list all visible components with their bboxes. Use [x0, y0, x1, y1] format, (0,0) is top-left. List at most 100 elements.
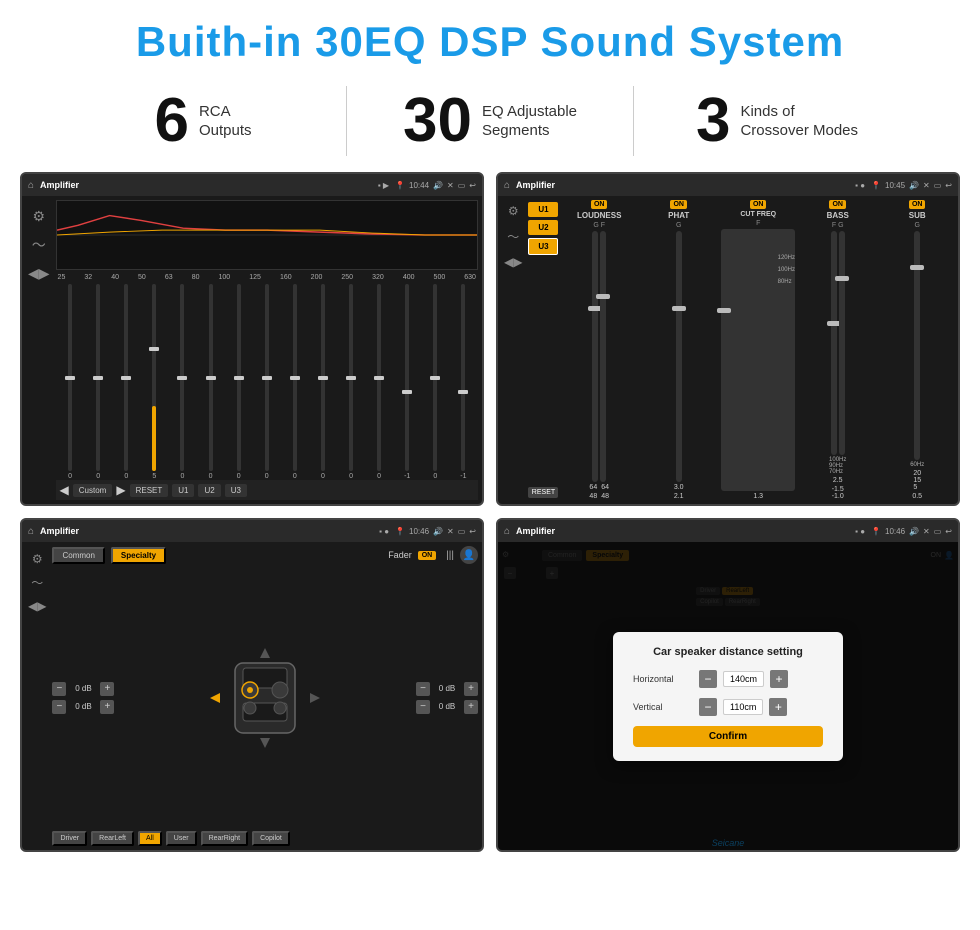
eq-sliders: 0 0 0 5 0 [56, 284, 478, 480]
db-plus-tr[interactable]: + [464, 682, 478, 696]
eq-slider-5[interactable]: 0 [198, 284, 223, 480]
back-icon-2: ↩ [945, 181, 952, 190]
screen-eq-status: 📍 10:44 🔊 ✕ ▭ ↩ [395, 181, 476, 190]
vertical-plus-button[interactable]: + [769, 698, 787, 716]
home-icon-3[interactable]: ⌂ [28, 526, 34, 537]
eq-slider-8[interactable]: 0 [282, 284, 307, 480]
eq-slider-14[interactable]: -1 [451, 284, 476, 480]
u3-button[interactable]: U3 [225, 484, 247, 497]
loudness-slider-2[interactable] [600, 231, 606, 482]
settings-icon-3[interactable]: ⚙ [32, 552, 43, 566]
media-icon-4: ▪ ● [855, 527, 865, 536]
eq-slider-13[interactable]: 0 [423, 284, 448, 480]
db-plus-bl[interactable]: + [100, 700, 114, 714]
vertical-minus-button[interactable]: − [699, 698, 717, 716]
fader-right-side: − 0 dB + − 0 dB + [416, 568, 478, 827]
home-icon-4[interactable]: ⌂ [504, 526, 510, 537]
u1-button[interactable]: U1 [172, 484, 194, 497]
db-minus-br[interactable]: − [416, 700, 430, 714]
db-minus-tr[interactable]: − [416, 682, 430, 696]
screen-amp: ⌂ Amplifier ▪ ● 📍 10:45 🔊 ✕ ▭ ↩ ⚙ 〜 ◀▶ U… [496, 172, 960, 506]
phat-on-badge[interactable]: ON [670, 200, 687, 209]
db-minus-tl[interactable]: − [52, 682, 66, 696]
home-icon-2[interactable]: ⌂ [504, 180, 510, 191]
fader-profile-icon[interactable]: 👤 [460, 546, 478, 564]
cutfreq-on-badge[interactable]: ON [750, 200, 767, 209]
close-icon: ✕ [447, 181, 454, 190]
db-minus-bl[interactable]: − [52, 700, 66, 714]
u1-selector[interactable]: U1 [528, 202, 558, 217]
eq-slider-11[interactable]: 0 [367, 284, 392, 480]
eq-slider-0[interactable]: 0 [58, 284, 83, 480]
db-value-br: 0 dB [433, 702, 461, 711]
rearleft-button[interactable]: RearLeft [91, 831, 134, 846]
eq-slider-12[interactable]: -1 [395, 284, 420, 480]
eq-slider-9[interactable]: 0 [310, 284, 335, 480]
media-icon: ▪ ▶ [378, 181, 389, 190]
back-icon-4: ↩ [945, 527, 952, 536]
eq-main: 25 32 40 50 63 80 100 125 160 200 250 32… [56, 200, 478, 500]
speaker-icon-4: 🔊 [433, 527, 443, 536]
next-icon[interactable]: ▶ [116, 483, 125, 497]
eq-slider-10[interactable]: 0 [338, 284, 363, 480]
eq-graph [56, 200, 478, 270]
horizontal-plus-button[interactable]: + [770, 670, 788, 688]
tab-common[interactable]: Common [52, 547, 104, 564]
loudness-slider-1[interactable] [592, 231, 598, 482]
speaker-icon-6: 🔊 [909, 527, 919, 536]
copilot-button[interactable]: Copilot [252, 831, 290, 846]
wave-icon-2[interactable]: 〜 [507, 228, 519, 245]
horizontal-minus-button[interactable]: − [699, 670, 717, 688]
settings-icon[interactable]: ⚙ [32, 208, 45, 225]
db-plus-br[interactable]: + [464, 700, 478, 714]
fader-car-center [120, 568, 410, 827]
bass-label: BASS [827, 211, 849, 220]
bass-slider-1[interactable] [831, 231, 837, 455]
loudness-on-badge[interactable]: ON [591, 200, 608, 209]
tab-specialty[interactable]: Specialty [111, 547, 166, 564]
fader-on-badge[interactable]: ON [418, 551, 437, 560]
reset-button[interactable]: RESET [130, 484, 169, 497]
all-button[interactable]: All [138, 831, 162, 846]
phat-slider[interactable] [676, 231, 682, 482]
rearright-button[interactable]: RearRight [201, 831, 249, 846]
eq-slider-2[interactable]: 0 [114, 284, 139, 480]
eq-slider-7[interactable]: 0 [254, 284, 279, 480]
db-value-tr: 0 dB [433, 684, 461, 693]
stat-rca-text: RCAOutputs [199, 102, 252, 141]
home-icon[interactable]: ⌂ [28, 180, 34, 191]
confirm-button[interactable]: Confirm [633, 726, 823, 747]
wave-icon[interactable]: 〜 [32, 235, 46, 255]
speaker-icon-5[interactable]: ◀▶ [28, 599, 46, 613]
distance-dialog: Car speaker distance setting Horizontal … [613, 632, 843, 761]
amp-reset-btn[interactable]: RESET [528, 487, 558, 498]
user-button[interactable]: User [166, 831, 197, 846]
eq-slider-1[interactable]: 0 [86, 284, 111, 480]
u3-selector[interactable]: U3 [528, 238, 558, 255]
u2-button[interactable]: U2 [198, 484, 220, 497]
driver-button[interactable]: Driver [52, 831, 87, 846]
dialog-overlay: Car speaker distance setting Horizontal … [498, 542, 958, 850]
amp-channel-loudness: ON LOUDNESS G F 64 64 48 48 [562, 200, 636, 500]
sub-slider[interactable] [914, 231, 920, 460]
speaker-eq-icon[interactable]: ◀▶ [28, 265, 50, 282]
bass-on-badge[interactable]: ON [829, 200, 846, 209]
speaker-icon-3[interactable]: ◀▶ [504, 255, 522, 269]
eq-slider-6[interactable]: 0 [226, 284, 251, 480]
eq-slider-4[interactable]: 0 [170, 284, 195, 480]
u2-selector[interactable]: U2 [528, 220, 558, 235]
screen-eq-header: ⌂ Amplifier ▪ ▶ 📍 10:44 🔊 ✕ ▭ ↩ [22, 174, 482, 196]
custom-button[interactable]: Custom [73, 484, 113, 497]
window-icon: ▭ [458, 181, 466, 190]
wave-icon-3[interactable]: 〜 [31, 574, 43, 591]
db-plus-tl[interactable]: + [100, 682, 114, 696]
bass-slider-2[interactable] [839, 231, 845, 455]
fader-toggle-icon[interactable]: ||| [446, 550, 454, 561]
eq-slider-3[interactable]: 5 [142, 284, 167, 480]
eq-bottom-bar: ◀ Custom ▶ RESET U1 U2 U3 [56, 480, 478, 500]
stat-eq: 30 EQ AdjustableSegments [347, 90, 633, 152]
settings-icon-2[interactable]: ⚙ [508, 204, 519, 218]
prev-icon[interactable]: ◀ [60, 483, 69, 497]
screen-amp-title: Amplifier [516, 180, 849, 190]
sub-on-badge[interactable]: ON [909, 200, 926, 209]
